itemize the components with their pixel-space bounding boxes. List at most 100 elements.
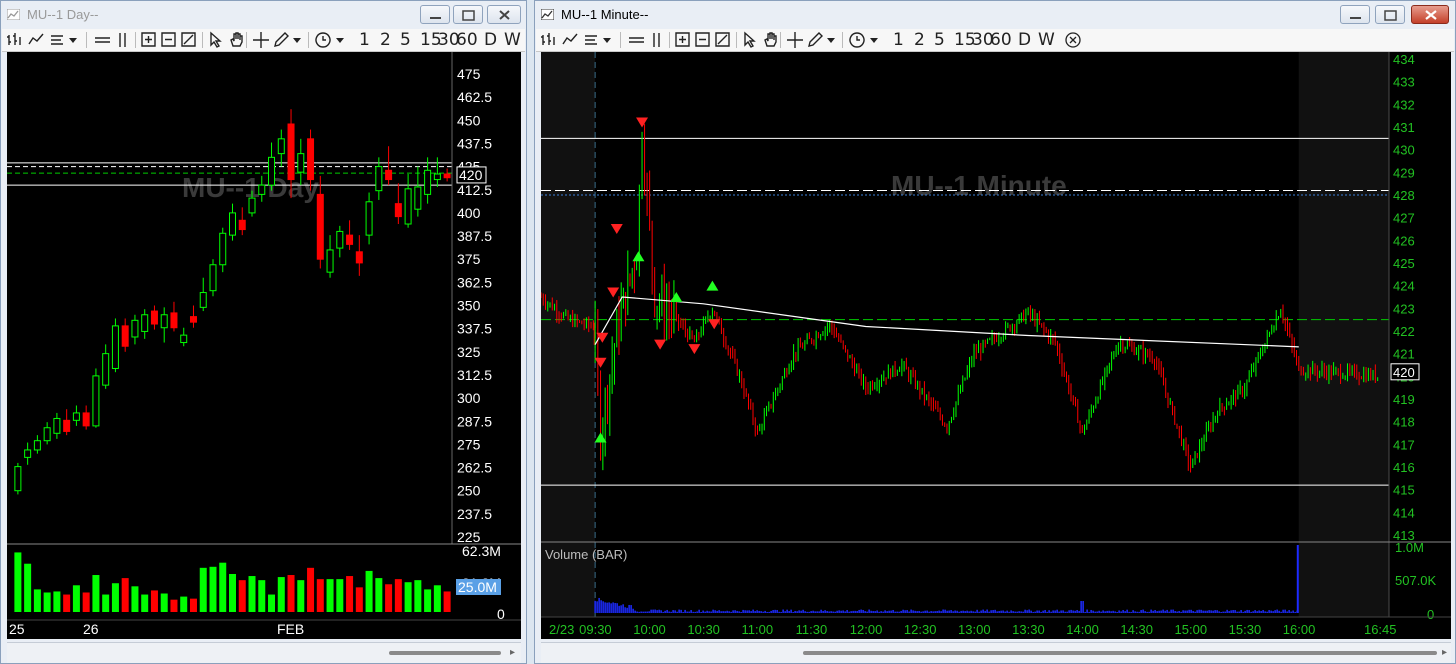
fit-icon[interactable] [714, 31, 732, 49]
time-axis-label: 16:45 [1364, 622, 1397, 637]
maximize-button[interactable] [1375, 5, 1405, 24]
interval-button-D[interactable]: D [484, 30, 497, 50]
price-axis-label: 417 [1393, 437, 1415, 452]
clock-icon[interactable] [848, 31, 866, 49]
dropdown-arrow-icon[interactable] [335, 31, 345, 49]
daily-chart-panel[interactable]: MU--1 Day475462.5450437.5425412.5400387.… [7, 52, 521, 639]
chart-toolbar: 1 2 5 15 30 60 D W [536, 29, 1454, 52]
price-axis-label: 362.5 [457, 274, 492, 290]
vertical-line-icon[interactable] [648, 31, 666, 49]
candle-body [180, 334, 188, 344]
price-axis-label: 430 [1393, 143, 1415, 158]
minute-chart-svg[interactable]: MU--1 Minute 434 433 432 431 430 429 428 427 426 4… [540, 52, 1451, 639]
bar-chart-icon[interactable] [6, 31, 24, 49]
horizontal-scrollbar[interactable]: ▸ [541, 642, 1451, 663]
candle-body [199, 292, 207, 308]
volume-bar [53, 591, 61, 612]
bar-chart-icon[interactable] [540, 31, 558, 49]
pencil-icon[interactable] [272, 31, 290, 49]
toolbar-separator [842, 32, 843, 48]
candle-body [365, 201, 373, 236]
crosshair-icon[interactable] [786, 31, 804, 49]
title-bar[interactable]: MU--1 Day-- [1, 1, 526, 29]
interval-button-5[interactable]: 5 [934, 30, 945, 50]
price-axis-label: 375 [457, 251, 481, 267]
price-axis-label: 416 [1393, 460, 1415, 475]
volume-bar [268, 594, 276, 612]
dropdown-arrow-icon[interactable] [68, 31, 78, 49]
candle-body [248, 197, 256, 214]
dropdown-arrow-glyph [870, 38, 878, 43]
volume-bar [189, 598, 197, 612]
daily-chart-svg[interactable]: MU--1 Day475462.5450437.5425412.5400387.… [7, 52, 521, 639]
scroll-right-icon[interactable]: ▸ [510, 647, 515, 658]
dropdown-arrow-icon[interactable] [826, 31, 836, 49]
interval-button-W[interactable]: W [1038, 30, 1055, 50]
horizontal-scrollbar[interactable]: ▸ [7, 642, 521, 663]
price-axis-label: 415 [1393, 483, 1415, 498]
indicator-menu-icon[interactable] [50, 31, 68, 49]
candle-body [326, 249, 334, 273]
interval-button-60[interactable]: 60 [456, 30, 478, 50]
close-button[interactable] [1411, 5, 1449, 24]
price-axis-label: 450 [457, 112, 481, 128]
minute-chart-panel[interactable]: MU--1 Minute 434 433 432 431 430 429 428 427 426 4… [540, 52, 1451, 639]
minimize-button[interactable] [1340, 5, 1370, 24]
candle-body [209, 264, 217, 292]
hand-icon[interactable] [762, 31, 780, 49]
candle-body [92, 375, 100, 427]
close-button[interactable] [487, 5, 521, 24]
volume-bar [219, 562, 227, 612]
candle-body [111, 325, 119, 369]
bar-chart-icon-glyph [7, 33, 21, 45]
zoom-in-icon[interactable] [140, 31, 158, 49]
dropdown-arrow-icon[interactable] [292, 31, 302, 49]
pencil-icon[interactable] [806, 31, 824, 49]
price-axis-label: 475 [457, 66, 481, 82]
scroll-right-icon[interactable]: ▸ [1442, 647, 1447, 658]
line-chart-icon[interactable] [28, 31, 46, 49]
price-axis-label: 422 [1393, 324, 1415, 339]
interval-button-2[interactable]: 2 [380, 30, 391, 50]
minimize-button[interactable] [420, 5, 450, 24]
interval-button-1[interactable]: 1 [359, 30, 370, 50]
horizontal-line-icon[interactable] [628, 31, 646, 49]
title-bar[interactable]: MU--1 Minute-- [535, 1, 1455, 29]
candle-body [53, 417, 61, 434]
zoom-out-icon[interactable] [694, 31, 712, 49]
close-circle-icon[interactable] [1064, 31, 1082, 49]
pointer-icon[interactable] [742, 31, 760, 49]
volume-axis-label: 507.0K [1395, 573, 1437, 588]
dropdown-arrow-icon[interactable] [869, 31, 879, 49]
pointer-icon[interactable] [208, 31, 226, 49]
indicator-menu-icon[interactable] [584, 31, 602, 49]
interval-button-2[interactable]: 2 [914, 30, 925, 50]
interval-button-5[interactable]: 5 [400, 30, 411, 50]
interval-button-D[interactable]: D [1018, 30, 1031, 50]
clock-icon[interactable] [314, 31, 332, 49]
maximize-button[interactable] [453, 5, 483, 24]
hand-icon[interactable] [228, 31, 246, 49]
interval-button-W[interactable]: W [504, 30, 521, 50]
crosshair-icon[interactable] [252, 31, 270, 49]
scrollbar-thumb[interactable] [803, 651, 1437, 655]
fit-icon-glyph [715, 32, 730, 47]
zoom-out-icon[interactable] [160, 31, 178, 49]
price-axis-label: 462.5 [457, 89, 492, 105]
interval-button-1[interactable]: 1 [893, 30, 904, 50]
candle-body [316, 193, 324, 260]
interval-button-60[interactable]: 60 [990, 30, 1012, 50]
horizontal-line-icon[interactable] [94, 31, 112, 49]
volume-bar [287, 575, 295, 612]
line-chart-icon[interactable] [562, 31, 580, 49]
toolbar-separator [246, 32, 247, 48]
zoom-in-icon[interactable] [674, 31, 692, 49]
price-axis-label: 426 [1393, 233, 1415, 248]
vertical-line-icon[interactable] [114, 31, 132, 49]
scrollbar-thumb[interactable] [389, 651, 501, 655]
price-axis-label: 437.5 [457, 135, 492, 151]
zoom-in-icon-glyph [675, 32, 690, 47]
fit-icon[interactable] [180, 31, 198, 49]
dropdown-arrow-icon[interactable] [602, 31, 612, 49]
indicator-menu-icon-glyph [585, 35, 597, 45]
